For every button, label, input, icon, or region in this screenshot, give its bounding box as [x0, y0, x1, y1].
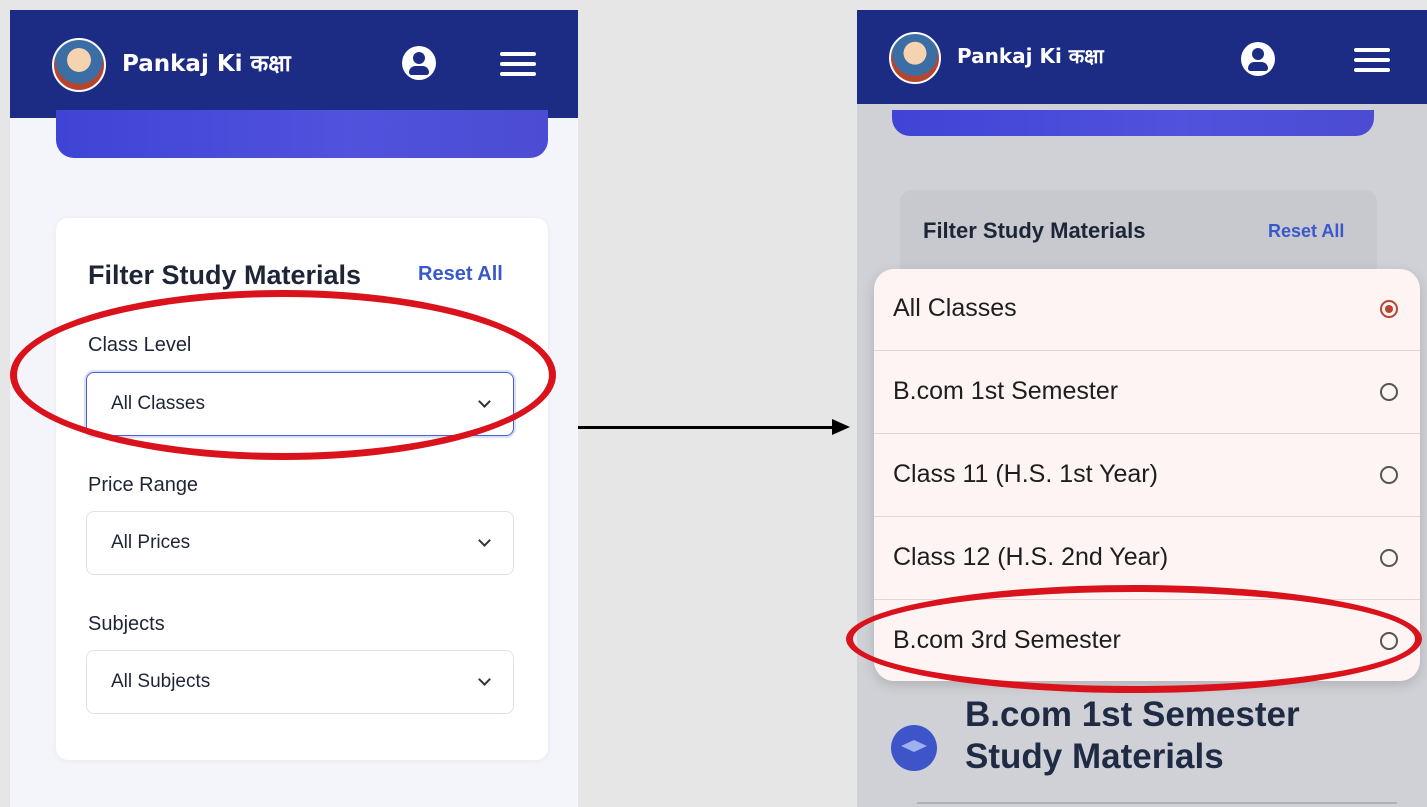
filter-title: Filter Study Materials — [88, 260, 362, 290]
section-title: B.com 1st Semester Study Materials — [965, 694, 1300, 778]
subjects-select[interactable]: All Subjects — [86, 650, 514, 714]
radio-unselected-icon[interactable] — [1380, 549, 1398, 567]
app-logo[interactable] — [52, 38, 106, 92]
subjects-value: All Subjects — [111, 671, 211, 692]
price-range-value: All Prices — [111, 532, 191, 553]
app-title: Pankaj Ki कक्षा — [122, 51, 291, 77]
reset-all-link[interactable]: Reset All — [418, 263, 503, 286]
arrow-line — [578, 426, 834, 429]
radio-unselected-icon[interactable] — [1380, 466, 1398, 484]
price-range-select[interactable]: All Prices — [86, 511, 514, 575]
arrow-head-icon — [832, 419, 850, 435]
radio-unselected-icon[interactable] — [1380, 383, 1398, 401]
option-label: Class 11 (H.S. 1st Year) — [893, 460, 1158, 488]
hero-banner — [56, 110, 548, 158]
app-header: Pankaj Ki कक्षा — [10, 10, 578, 118]
user-account-icon[interactable] — [402, 46, 436, 80]
option-class-11[interactable]: Class 11 (H.S. 1st Year) — [874, 435, 1420, 517]
graduation-cap-icon — [891, 725, 937, 771]
hero-banner — [892, 110, 1374, 136]
section-title-line-1: B.com 1st Semester — [965, 695, 1300, 734]
option-bcom-1st-semester[interactable]: B.com 1st Semester — [874, 352, 1420, 434]
option-label: B.com 1st Semester — [893, 377, 1119, 405]
option-label: All Classes — [893, 294, 1017, 322]
option-all-classes[interactable]: All Classes — [874, 269, 1420, 351]
subjects-label: Subjects — [88, 613, 165, 635]
highlight-circle-class-level — [10, 290, 556, 460]
hamburger-menu-icon[interactable] — [500, 52, 536, 76]
price-range-label: Price Range — [88, 474, 199, 496]
chevron-down-icon — [478, 534, 491, 547]
app-logo[interactable] — [889, 32, 941, 84]
user-account-icon[interactable] — [1241, 42, 1275, 76]
option-label: Class 12 (H.S. 2nd Year) — [893, 543, 1169, 571]
highlight-circle-bcom-3rd — [846, 585, 1422, 693]
section-title-line-2: Study Materials — [965, 737, 1224, 776]
reset-all-link[interactable]: Reset All — [1268, 221, 1344, 242]
chevron-down-icon — [478, 673, 491, 686]
filter-title: Filter Study Materials — [923, 218, 1146, 243]
hamburger-menu-icon[interactable] — [1354, 48, 1390, 72]
app-title: Pankaj Ki कक्षा — [957, 44, 1104, 68]
app-header: Pankaj Ki कक्षा — [857, 10, 1427, 104]
radio-selected-icon[interactable] — [1380, 300, 1398, 318]
divider — [917, 802, 1397, 804]
